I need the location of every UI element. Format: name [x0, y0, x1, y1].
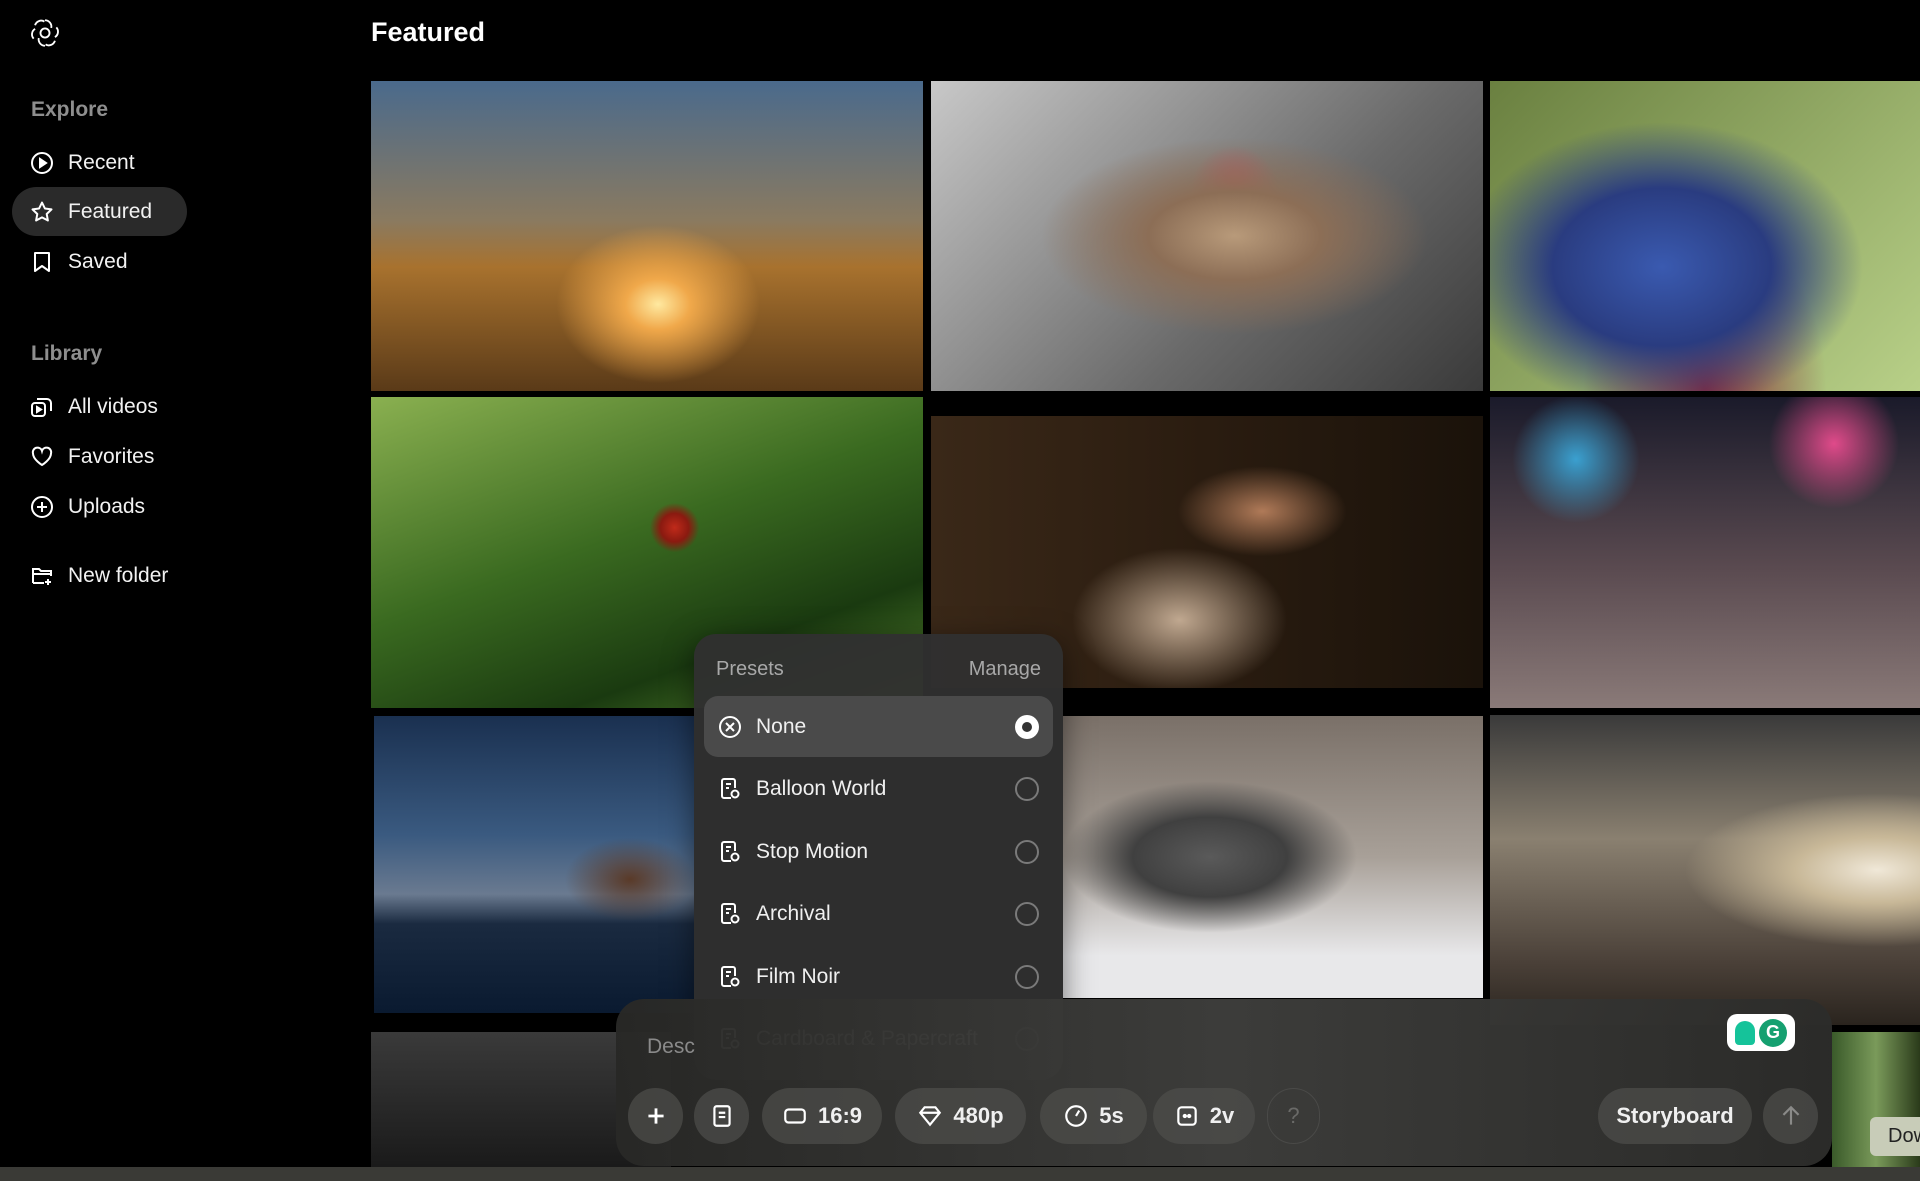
- variations-button[interactable]: 2v: [1153, 1088, 1255, 1144]
- variations-value: 2v: [1209, 1103, 1235, 1128]
- duration-button[interactable]: 5s: [1040, 1088, 1147, 1144]
- plus-icon: [647, 1108, 664, 1124]
- sidebar-item-label: New folder: [68, 563, 169, 587]
- sidebar-item-label: Uploads: [68, 494, 146, 518]
- explore-section-label: Explore: [31, 98, 109, 121]
- variations-icon: [1177, 1106, 1197, 1126]
- prompt-composer: Desc G 16:9 480p 5s 2v ? Storyboard: [616, 999, 1832, 1166]
- preset-label: Archival: [756, 902, 831, 925]
- video-tile-ship[interactable]: [374, 716, 694, 1013]
- presets-header: Presets: [716, 658, 784, 680]
- aspect-ratio-icon: [784, 1108, 806, 1124]
- bookmark-icon: [34, 251, 50, 272]
- play-circle-icon: [31, 151, 53, 174]
- plus-circle-icon: [31, 495, 53, 518]
- library-section-label: Library: [31, 342, 103, 365]
- preset-item[interactable]: Balloon World: [704, 759, 1053, 820]
- preset-item[interactable]: Archival: [704, 884, 1053, 945]
- resolution-value: 480p: [953, 1103, 1004, 1128]
- video-tile-monkey[interactable]: [931, 81, 1483, 391]
- sidebar-item-favorites[interactable]: Favorites: [12, 432, 187, 481]
- resolution-button[interactable]: 480p: [895, 1088, 1026, 1144]
- help-button[interactable]: ?: [1267, 1088, 1320, 1144]
- preset-radio[interactable]: [1015, 714, 1039, 739]
- star-icon: [31, 201, 53, 221]
- storyboard-button[interactable]: Storyboard: [1598, 1088, 1752, 1144]
- submit-button[interactable]: [1763, 1088, 1818, 1144]
- preset-style-icon: [721, 778, 740, 799]
- aspect-ratio-button[interactable]: 16:9: [762, 1088, 882, 1144]
- folder-plus-icon: [32, 567, 52, 585]
- sidebar-item-label: Saved: [68, 249, 128, 273]
- sidebar-item-saved[interactable]: Saved: [12, 237, 187, 286]
- preset-icon: [712, 1105, 731, 1127]
- presets-button[interactable]: [694, 1088, 749, 1144]
- videos-icon: [31, 397, 52, 417]
- sidebar-item-all-videos[interactable]: All videos: [12, 382, 187, 431]
- openai-logo-icon[interactable]: [28, 16, 62, 50]
- preset-style-icon: [721, 840, 740, 862]
- preset-item[interactable]: None: [704, 696, 1053, 757]
- sidebar-item-recent[interactable]: Recent: [12, 138, 187, 187]
- video-tile-pigeon[interactable]: [1490, 81, 1920, 391]
- preset-label: Film Noir: [756, 964, 840, 988]
- sidebar-item-label: All videos: [68, 394, 158, 418]
- preset-radio[interactable]: [1015, 902, 1039, 926]
- preset-style-icon: [721, 965, 740, 987]
- sidebar-item-label: Featured: [68, 199, 153, 223]
- manage-presets-link[interactable]: Manage: [969, 658, 1041, 681]
- x-circle-icon: [719, 715, 741, 738]
- sidebar-item-label: Recent: [68, 150, 135, 174]
- grammarly-icon[interactable]: G: [1727, 1014, 1795, 1051]
- preset-radio[interactable]: [1015, 839, 1039, 864]
- preset-radio[interactable]: [1015, 777, 1039, 801]
- preset-label: None: [756, 714, 807, 738]
- preset-label: Balloon World: [756, 777, 887, 800]
- duration-value: 5s: [1099, 1103, 1124, 1128]
- add-button[interactable]: [628, 1088, 683, 1144]
- page-title: Featured: [371, 17, 486, 47]
- horizontal-scrollbar[interactable]: [0, 1167, 1920, 1181]
- heart-icon: [31, 446, 53, 466]
- timer-icon: [1065, 1105, 1088, 1127]
- new-folder-button[interactable]: New folder: [12, 551, 187, 600]
- download-button[interactable]: Dow: [1870, 1117, 1920, 1156]
- video-tile-tree-road[interactable]: [371, 81, 923, 391]
- preset-style-icon: [721, 903, 740, 924]
- preset-item[interactable]: Stop Motion: [704, 821, 1053, 882]
- sidebar-item-label: Favorites: [68, 444, 155, 468]
- video-tile-street[interactable]: [1490, 397, 1920, 708]
- preset-item[interactable]: Film Noir: [704, 946, 1053, 1007]
- video-tile-architecture[interactable]: [1490, 715, 1920, 1025]
- aspect-ratio-value: 16:9: [817, 1103, 863, 1128]
- sidebar-item-uploads[interactable]: Uploads: [12, 482, 187, 531]
- video-tile-elephant[interactable]: [1063, 716, 1483, 998]
- preset-radio[interactable]: [1015, 964, 1039, 989]
- sidebar-item-featured[interactable]: Featured: [12, 187, 187, 236]
- diamond-icon: [919, 1106, 942, 1127]
- preset-label: Stop Motion: [756, 839, 869, 863]
- prompt-input[interactable]: Desc: [647, 1035, 695, 1059]
- arrow-up-icon: [1782, 1105, 1799, 1125]
